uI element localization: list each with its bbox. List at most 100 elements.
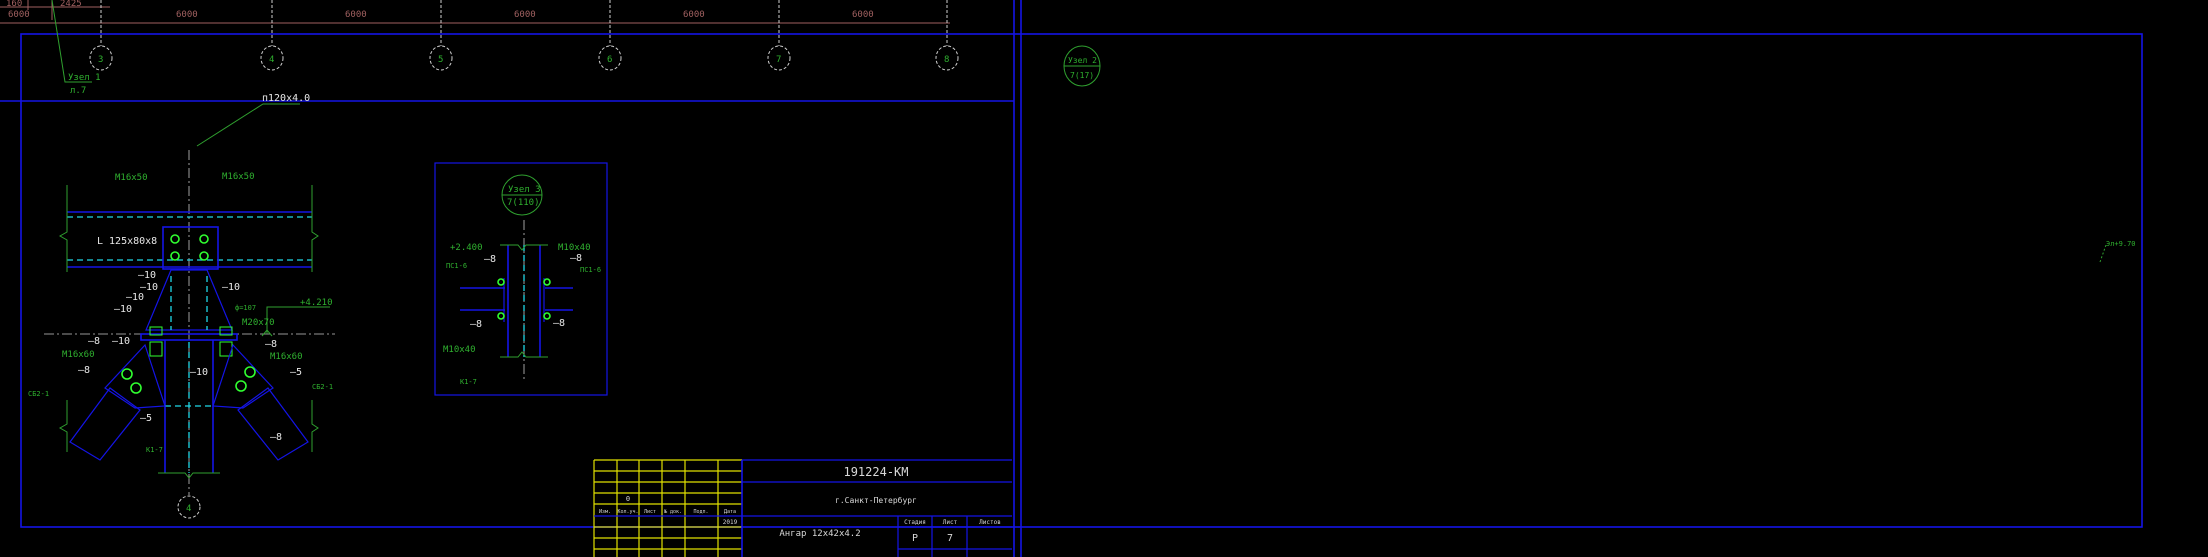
plate-label: —8 <box>470 319 482 330</box>
dim-label: 160 <box>6 0 22 9</box>
revision-value: 0 <box>626 495 630 503</box>
header-cell: Лист <box>644 509 656 515</box>
plate-label: —8 <box>484 254 496 265</box>
drawing-line <box>149 341 163 357</box>
axis-label: 4 <box>269 55 274 65</box>
sheet-frames <box>0 0 2143 557</box>
title-block: 191224-КМ г.Санкт-Петербург Ангар 12х42х… <box>593 459 1012 557</box>
axis-marker-8: 8 <box>935 0 959 71</box>
drawing-line <box>311 400 319 452</box>
drawing-line <box>121 368 133 380</box>
bolt-label: М16х50 <box>222 172 255 182</box>
drawing-line <box>104 343 166 409</box>
dim-label: 6000 <box>345 10 367 20</box>
node3-ref: 7(110) <box>507 198 540 208</box>
drawing-line <box>497 312 505 320</box>
bolt-label: М16х60 <box>62 350 95 360</box>
dim-label: 6000 <box>514 10 536 20</box>
node2-ref: 7(17) <box>1070 71 1094 80</box>
sheet-label: Лист <box>943 519 958 526</box>
bolt-label: М10х40 <box>558 243 591 253</box>
plate-label: —8 <box>88 336 100 347</box>
bolt-label: М20х70 <box>242 318 275 328</box>
axis-marker-3: 3 <box>89 0 113 71</box>
node2-title: Узел 2 <box>1068 56 1097 65</box>
plate-label: —10 <box>114 304 132 315</box>
dim-label: 6000 <box>176 10 198 20</box>
diameter-label: ф=107 <box>235 304 256 312</box>
node2-note: Эл+9.70 <box>2106 240 2136 248</box>
drawing-line <box>543 312 551 320</box>
drawing-line <box>51 0 92 83</box>
sheets-label: Листов <box>979 519 1001 526</box>
city: г.Санкт-Петербург <box>835 495 917 505</box>
node3-title: Узел 3 <box>508 185 541 195</box>
drawing-line <box>311 185 319 272</box>
drawing-line <box>170 234 180 244</box>
node1-detail: 4 М16х50 М16х50 L 125х80х8 —10 —10 —10 —… <box>28 150 335 519</box>
plate-label: —8 <box>270 432 282 443</box>
member-label: ПС1-6 <box>580 266 601 274</box>
drawing-line <box>58 400 68 452</box>
dim-label: 6000 <box>852 10 874 20</box>
top-plan: 160 2425 6000 6000 6000 6000 6000 6000 3… <box>0 0 959 147</box>
node3-detail: Узел 3 7(110) +2.400 ПС1-6 —8 —8 М10х40 … <box>434 162 608 396</box>
axis-marker-7: 7 <box>767 0 791 71</box>
axis-label: 5 <box>438 55 443 65</box>
elevation-label: +4.210 <box>300 298 333 308</box>
axis-marker-4: 4 <box>260 0 284 71</box>
node2-callout: Узел 2 7(17) Эл+9.70 <box>1063 45 2136 263</box>
drawing-line <box>235 380 247 392</box>
drawing-line <box>69 387 141 461</box>
object-name: Ангар 12х42х4.2 <box>779 529 860 539</box>
bolt-label: М16х50 <box>115 173 148 183</box>
plate-label: —10 <box>138 270 156 281</box>
node1-callout-sheet: л.7 <box>70 86 86 96</box>
plate-label: —8 <box>553 318 565 329</box>
member-label: СБ2-1 <box>312 383 333 391</box>
plate-label: —10 <box>190 367 208 378</box>
drawing-line <box>58 185 68 272</box>
year: 2019 <box>723 519 738 526</box>
plate-label: —8 <box>78 365 90 376</box>
stage-value: Р <box>912 533 918 544</box>
drawing-line <box>196 103 300 147</box>
node1-axis-label: 4 <box>186 504 191 514</box>
axis-label: 6 <box>607 55 612 65</box>
axis-label: 3 <box>98 55 103 65</box>
bolt-label: М10х40 <box>443 345 476 355</box>
plate-label: —8 <box>265 339 277 350</box>
axis-label: 7 <box>776 55 781 65</box>
bolt-label: М16х60 <box>270 352 303 362</box>
drawing-line <box>162 226 219 270</box>
drawing-code: 191224-КМ <box>843 465 908 479</box>
member-label: ПС1-6 <box>446 262 467 270</box>
axis-label: 8 <box>944 55 949 65</box>
header-cell: Дата <box>724 509 736 515</box>
header-cell: Подп. <box>693 509 708 515</box>
drawing-line <box>543 278 551 286</box>
drawing-line <box>244 366 256 378</box>
drawing-line <box>237 387 309 461</box>
plate-label: —5 <box>290 367 302 378</box>
plate-label: —10 <box>112 336 130 347</box>
dim-label: 6000 <box>8 10 30 20</box>
header-cell: Изм. <box>599 509 611 515</box>
drawing-line <box>212 343 274 409</box>
sheet-value: 7 <box>947 533 953 544</box>
header-cell: № док. <box>664 509 682 515</box>
drawing-line <box>199 251 209 261</box>
header-cell: Кол.уч. <box>617 509 638 515</box>
plate-label: —8 <box>570 253 582 264</box>
plate-label: —10 <box>222 282 240 293</box>
axis-marker-6: 6 <box>598 0 622 71</box>
dim-label: 2425 <box>60 0 82 9</box>
axis-marker-5: 5 <box>429 0 453 71</box>
drawing-line <box>199 234 209 244</box>
cad-drawing-canvas[interactable]: 160 2425 6000 6000 6000 6000 6000 6000 3… <box>0 0 2208 557</box>
elevation-label: +2.400 <box>450 243 483 253</box>
plate-label: —5 <box>140 413 152 424</box>
drawing-line <box>170 251 180 261</box>
drawing-line <box>20 33 2143 528</box>
plate-label: —10 <box>126 292 144 303</box>
